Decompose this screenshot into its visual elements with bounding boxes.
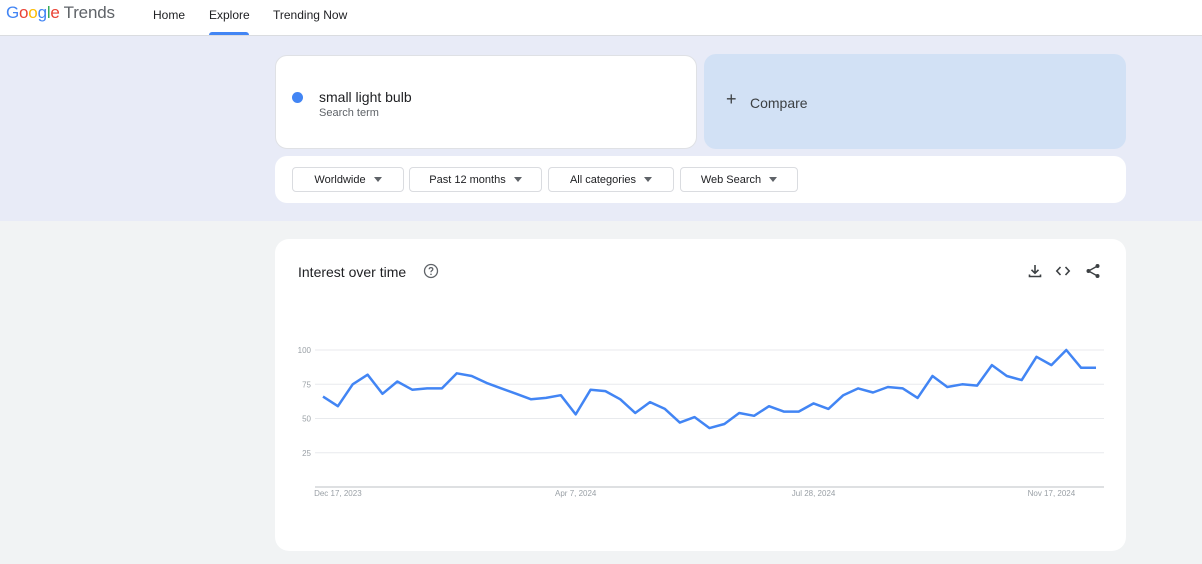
data-point bbox=[692, 414, 698, 420]
data-point bbox=[335, 403, 341, 409]
interest-over-time-card: Interest over time 25 50 75 100 Dec 17, 2023… bbox=[275, 239, 1126, 551]
data-point bbox=[1004, 373, 1010, 379]
caret-down-icon bbox=[644, 177, 653, 182]
data-point bbox=[959, 381, 965, 387]
search-type-value: Web Search bbox=[700, 173, 762, 186]
data-point bbox=[796, 409, 802, 415]
category-dropdown[interactable]: All categories bbox=[548, 167, 674, 192]
caret-down-icon bbox=[373, 177, 382, 182]
data-point bbox=[543, 395, 549, 401]
region-dropdown[interactable]: Worldwide bbox=[292, 167, 404, 192]
time-range-value: Past 12 months bbox=[429, 173, 506, 186]
data-point bbox=[1078, 365, 1084, 371]
y-tick-label: 25 bbox=[302, 449, 311, 458]
google-trends-logo[interactable]: Google Trends bbox=[6, 3, 115, 23]
plus-icon: + bbox=[726, 89, 737, 109]
data-point bbox=[1063, 347, 1069, 353]
x-tick-label: Dec 17, 2023 bbox=[314, 489, 362, 498]
data-point bbox=[528, 396, 534, 402]
x-tick-label: Apr 7, 2024 bbox=[555, 489, 597, 498]
filter-bar: Worldwide Past 12 months All categories … bbox=[275, 156, 1126, 203]
data-point bbox=[677, 420, 683, 426]
logo-trends: Trends bbox=[63, 3, 115, 22]
data-point bbox=[707, 425, 713, 431]
data-point bbox=[365, 372, 371, 378]
data-point bbox=[1093, 365, 1099, 371]
data-point bbox=[989, 362, 995, 368]
data-point bbox=[721, 421, 727, 427]
data-point bbox=[573, 411, 579, 417]
y-tick-label: 100 bbox=[298, 346, 312, 355]
nav-active-indicator bbox=[209, 32, 249, 35]
nav-explore[interactable]: Explore bbox=[209, 8, 250, 22]
search-term-label: Search term bbox=[319, 107, 379, 119]
x-tick-label: Nov 17, 2024 bbox=[1028, 489, 1076, 498]
data-point bbox=[498, 385, 504, 391]
series-line bbox=[322, 348, 1096, 430]
data-point bbox=[350, 381, 356, 387]
data-point bbox=[974, 383, 980, 389]
data-point bbox=[632, 410, 638, 416]
data-point bbox=[602, 388, 608, 394]
data-point bbox=[424, 385, 430, 391]
data-point bbox=[513, 391, 519, 397]
data-point bbox=[380, 391, 386, 397]
data-point bbox=[736, 410, 742, 416]
data-point bbox=[409, 387, 415, 393]
data-point bbox=[1034, 354, 1040, 360]
data-point bbox=[900, 385, 906, 391]
data-point bbox=[930, 373, 936, 379]
interest-line-chart: 25 50 75 100 Dec 17, 2023 Apr 7, 2024 Jul 28, … bbox=[298, 346, 1104, 498]
data-point bbox=[840, 392, 846, 398]
data-point bbox=[870, 390, 876, 396]
nav-trending-now[interactable]: Trending Now bbox=[273, 8, 347, 22]
time-range-dropdown[interactable]: Past 12 months bbox=[409, 167, 542, 192]
data-point bbox=[454, 370, 460, 376]
caret-down-icon bbox=[769, 177, 778, 182]
data-point bbox=[751, 413, 757, 419]
caret-down-icon bbox=[513, 177, 522, 182]
category-value: All categories bbox=[569, 173, 637, 186]
y-tick-label: 50 bbox=[302, 415, 311, 424]
region-value: Worldwide bbox=[314, 173, 366, 186]
compare-button[interactable]: + Compare bbox=[704, 54, 1126, 149]
logo-google: Google bbox=[6, 3, 60, 22]
data-point bbox=[1019, 377, 1025, 383]
top-bar: Google Trends Home Explore Trending Now bbox=[0, 0, 1202, 36]
term-color-dot bbox=[292, 92, 303, 103]
y-tick-label: 75 bbox=[302, 380, 311, 389]
data-point bbox=[1048, 362, 1054, 368]
data-point bbox=[484, 380, 490, 386]
data-point bbox=[588, 387, 594, 393]
data-point bbox=[662, 406, 668, 412]
data-point bbox=[855, 385, 861, 391]
data-point bbox=[811, 400, 817, 406]
search-term-value[interactable]: small light bulb bbox=[319, 89, 412, 105]
nav-home[interactable]: Home bbox=[153, 8, 185, 22]
data-point bbox=[394, 379, 400, 385]
data-point bbox=[944, 384, 950, 390]
data-point bbox=[885, 384, 891, 390]
compare-label: Compare bbox=[750, 95, 808, 111]
data-point bbox=[439, 385, 445, 391]
data-point bbox=[558, 392, 564, 398]
data-point bbox=[781, 409, 787, 415]
data-point bbox=[469, 373, 475, 379]
data-point bbox=[617, 396, 623, 402]
data-point bbox=[766, 403, 772, 409]
data-point bbox=[320, 394, 326, 400]
data-point bbox=[825, 406, 831, 412]
x-tick-label: Jul 28, 2024 bbox=[792, 489, 836, 498]
search-type-dropdown[interactable]: Web Search bbox=[680, 167, 798, 192]
search-term-card[interactable]: small light bulb Search term bbox=[275, 55, 697, 149]
data-point bbox=[647, 399, 653, 405]
data-point bbox=[915, 395, 921, 401]
